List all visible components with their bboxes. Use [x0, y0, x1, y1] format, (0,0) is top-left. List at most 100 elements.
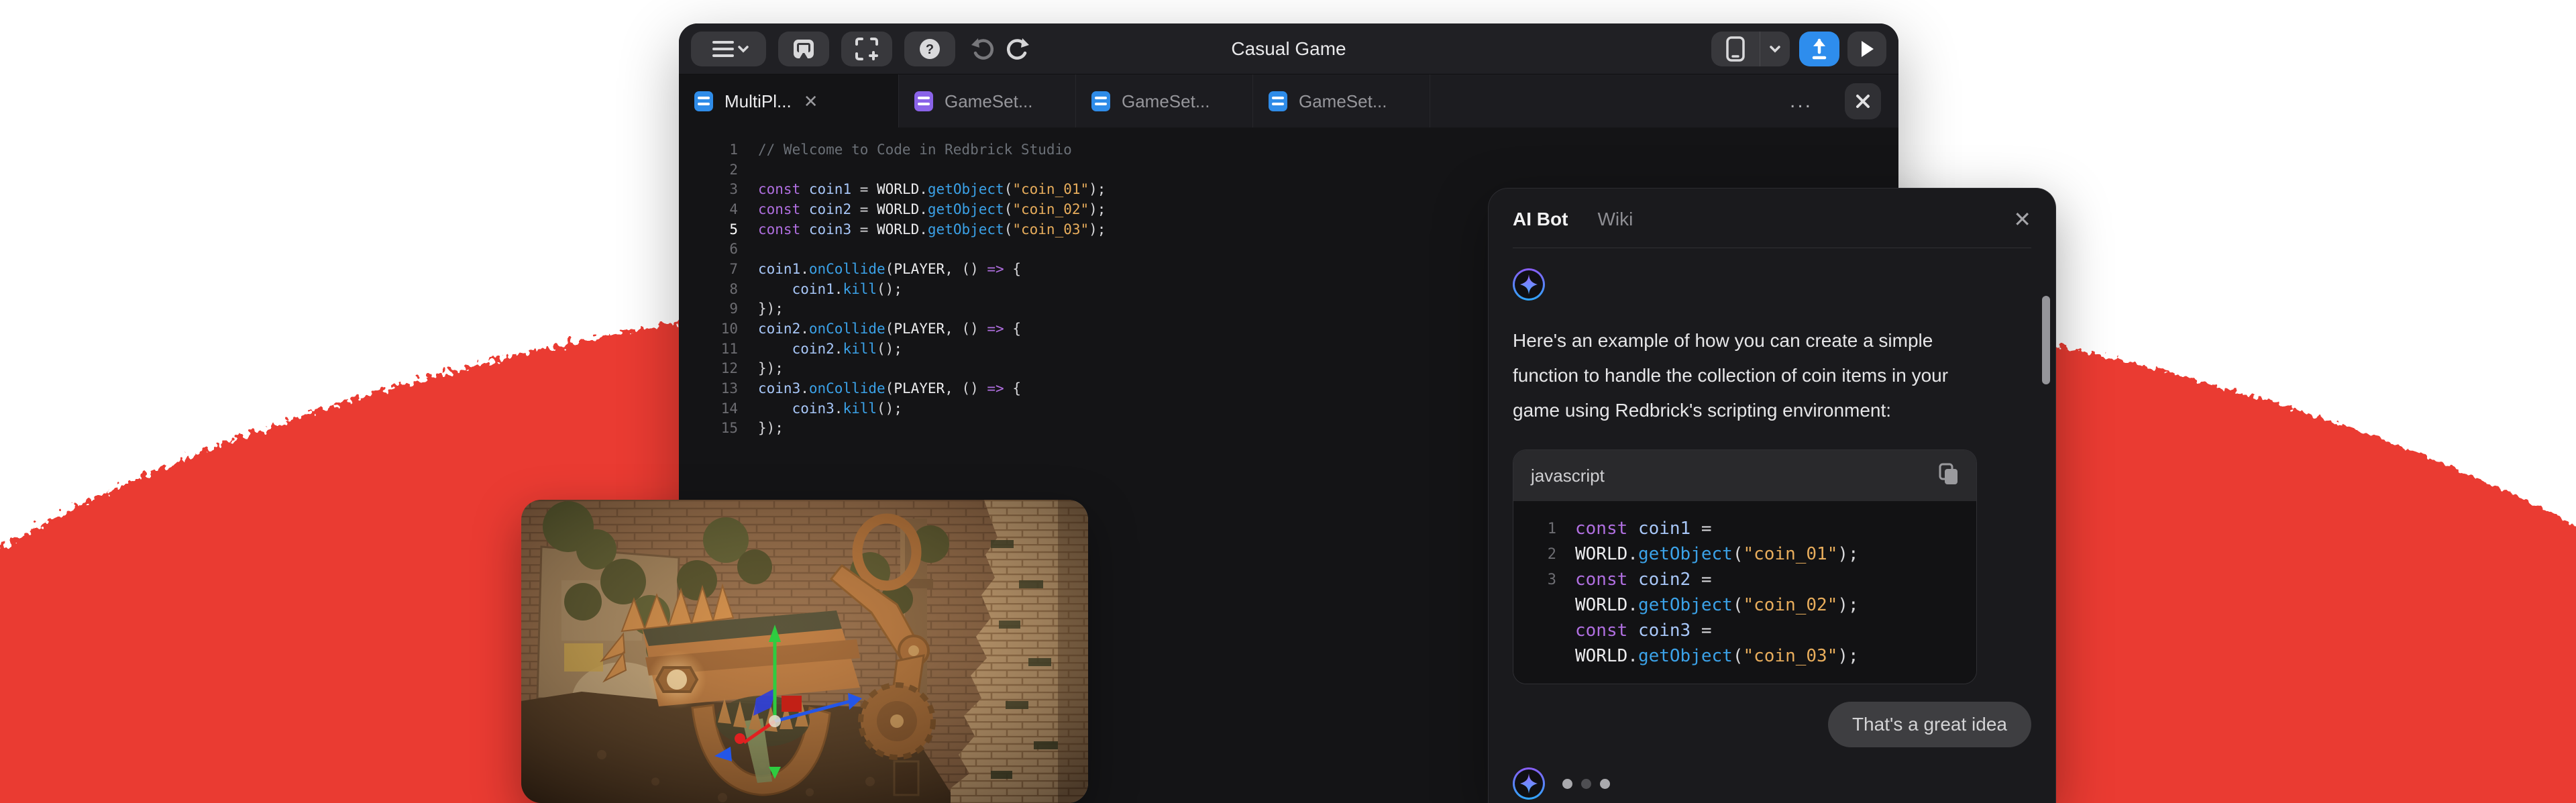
copy-button[interactable]	[1939, 463, 1959, 489]
line-code: });	[758, 301, 784, 317]
code-language-label: javascript	[1531, 466, 1605, 486]
code-token: =	[1690, 519, 1711, 539]
code-token: ();	[877, 400, 902, 417]
code-token	[1627, 621, 1638, 641]
tab-close-icon[interactable]: ✕	[804, 93, 818, 110]
line-number: 2	[1513, 546, 1575, 563]
code-token	[1627, 570, 1638, 590]
typing-dot	[1581, 779, 1591, 789]
line-code: coin3.kill();	[758, 400, 902, 417]
tab-label: GameSet...	[945, 91, 1033, 112]
code-token: coin3	[1638, 621, 1690, 641]
code-token: const	[1575, 570, 1627, 590]
line-number: 5	[679, 221, 758, 237]
code-token: PLAYER	[894, 321, 945, 337]
code-token: "coin_02"	[1743, 595, 1837, 615]
line-code: WORLD.getObject("coin_01");	[1575, 544, 1859, 564]
code-token: coin3	[792, 400, 835, 417]
line-code: const coin2 =	[1575, 570, 1712, 590]
typing-dot	[1600, 779, 1610, 789]
code-token: const	[1575, 621, 1627, 641]
code-token: getObject	[1638, 646, 1733, 666]
game-viewport[interactable]	[521, 500, 1088, 803]
code-token: );	[1837, 595, 1858, 615]
typing-dot	[1562, 779, 1572, 789]
code-token: =>	[987, 380, 1004, 396]
line-code: const coin1 =	[1575, 519, 1712, 539]
code-token: =>	[987, 261, 1004, 277]
ai-message: Here's an example of how you can create …	[1513, 323, 1955, 428]
code-token: (	[1733, 646, 1743, 666]
code-token: getObject	[1638, 595, 1733, 615]
code-token: const	[1575, 519, 1627, 539]
code-token: kill	[843, 341, 877, 357]
panel-scrollbar-thumb[interactable]	[2042, 296, 2050, 384]
code-token: const	[758, 221, 800, 237]
line-number: 1	[1513, 521, 1575, 537]
code-token: (	[885, 261, 894, 277]
line-code: const coin1 = WORLD.getObject("coin_01")…	[758, 181, 1106, 197]
ai-panel: AI Bot Wiki ✕ Here's an example of how y…	[1488, 188, 2056, 803]
code-token: {	[1004, 321, 1021, 337]
card-code-line: 2WORLD.getObject("coin_01");	[1513, 541, 1976, 567]
file-tab[interactable]: MultiPl...✕	[679, 74, 899, 128]
line-number: 8	[679, 281, 758, 297]
code-token: , ()	[945, 380, 987, 396]
code-token: (	[885, 321, 894, 337]
code-token: onCollide	[809, 261, 885, 277]
tab-bar: MultiPl...✕GameSet...GameSet...GameSet..…	[679, 74, 1898, 128]
code-token: PLAYER	[894, 261, 945, 277]
code-token: });	[758, 301, 784, 317]
line-code: });	[758, 360, 784, 376]
script-file-icon	[694, 89, 714, 113]
code-token: });	[758, 420, 784, 436]
line-number: 6	[679, 241, 758, 257]
tabbar-close-button[interactable]	[1845, 83, 1881, 119]
line-code: coin1.onCollide(PLAYER, () => {	[758, 261, 1021, 277]
line-number: 1	[679, 142, 758, 158]
code-token: onCollide	[809, 321, 885, 337]
code-token: WORLD	[877, 181, 919, 197]
toolbar: ? Casual Game	[679, 23, 1898, 74]
card-code-line: WORLD.getObject("coin_03");	[1513, 643, 1976, 669]
card-code-line: const coin3 =	[1513, 618, 1976, 643]
tab-overflow-menu[interactable]: ...	[1790, 74, 1813, 128]
line-code: WORLD.getObject("coin_02");	[1575, 595, 1859, 615]
line-number: 3	[679, 181, 758, 197]
window-title: Casual Game	[679, 38, 1898, 60]
code-token: =	[851, 221, 877, 237]
code-token: getObject	[928, 221, 1004, 237]
file-tab[interactable]: GameSet...	[1253, 74, 1430, 128]
code-token: );	[1089, 181, 1106, 197]
ai-panel-close-icon[interactable]: ✕	[2013, 209, 2031, 230]
code-token: =>	[987, 321, 1004, 337]
code-token: "coin_03"	[1743, 646, 1837, 666]
file-tab[interactable]: GameSet...	[1076, 74, 1253, 128]
sparkle-icon	[1520, 274, 1538, 295]
line-code: // Welcome to Code in Redbrick Studio	[758, 142, 1072, 158]
code-token: .	[919, 181, 928, 197]
code-token: "coin_01"	[1743, 544, 1837, 564]
code-token: getObject	[1638, 544, 1733, 564]
tab-wiki[interactable]: Wiki	[1597, 209, 1633, 230]
close-icon	[1855, 93, 1871, 109]
typing-indicator	[1562, 779, 1619, 789]
code-token	[758, 400, 792, 417]
code-token: getObject	[928, 181, 1004, 197]
code-token: WORLD	[1575, 595, 1627, 615]
editor-line: 1// Welcome to Code in Redbrick Studio	[679, 140, 1898, 160]
code-token: );	[1089, 221, 1106, 237]
tab-ai-bot[interactable]: AI Bot	[1513, 209, 1568, 230]
copy-icon	[1939, 463, 1959, 486]
code-token: .	[800, 321, 809, 337]
card-code-line: 1const coin1 =	[1513, 516, 1976, 541]
code-token: );	[1089, 201, 1106, 217]
code-token: kill	[843, 400, 877, 417]
code-token: ();	[877, 341, 902, 357]
line-number: 2	[679, 162, 758, 178]
code-card-header: javascript	[1513, 450, 1976, 501]
file-tab[interactable]: GameSet...	[899, 74, 1076, 128]
code-token: WORLD	[877, 221, 919, 237]
code-token: );	[1837, 646, 1858, 666]
code-token: });	[758, 360, 784, 376]
